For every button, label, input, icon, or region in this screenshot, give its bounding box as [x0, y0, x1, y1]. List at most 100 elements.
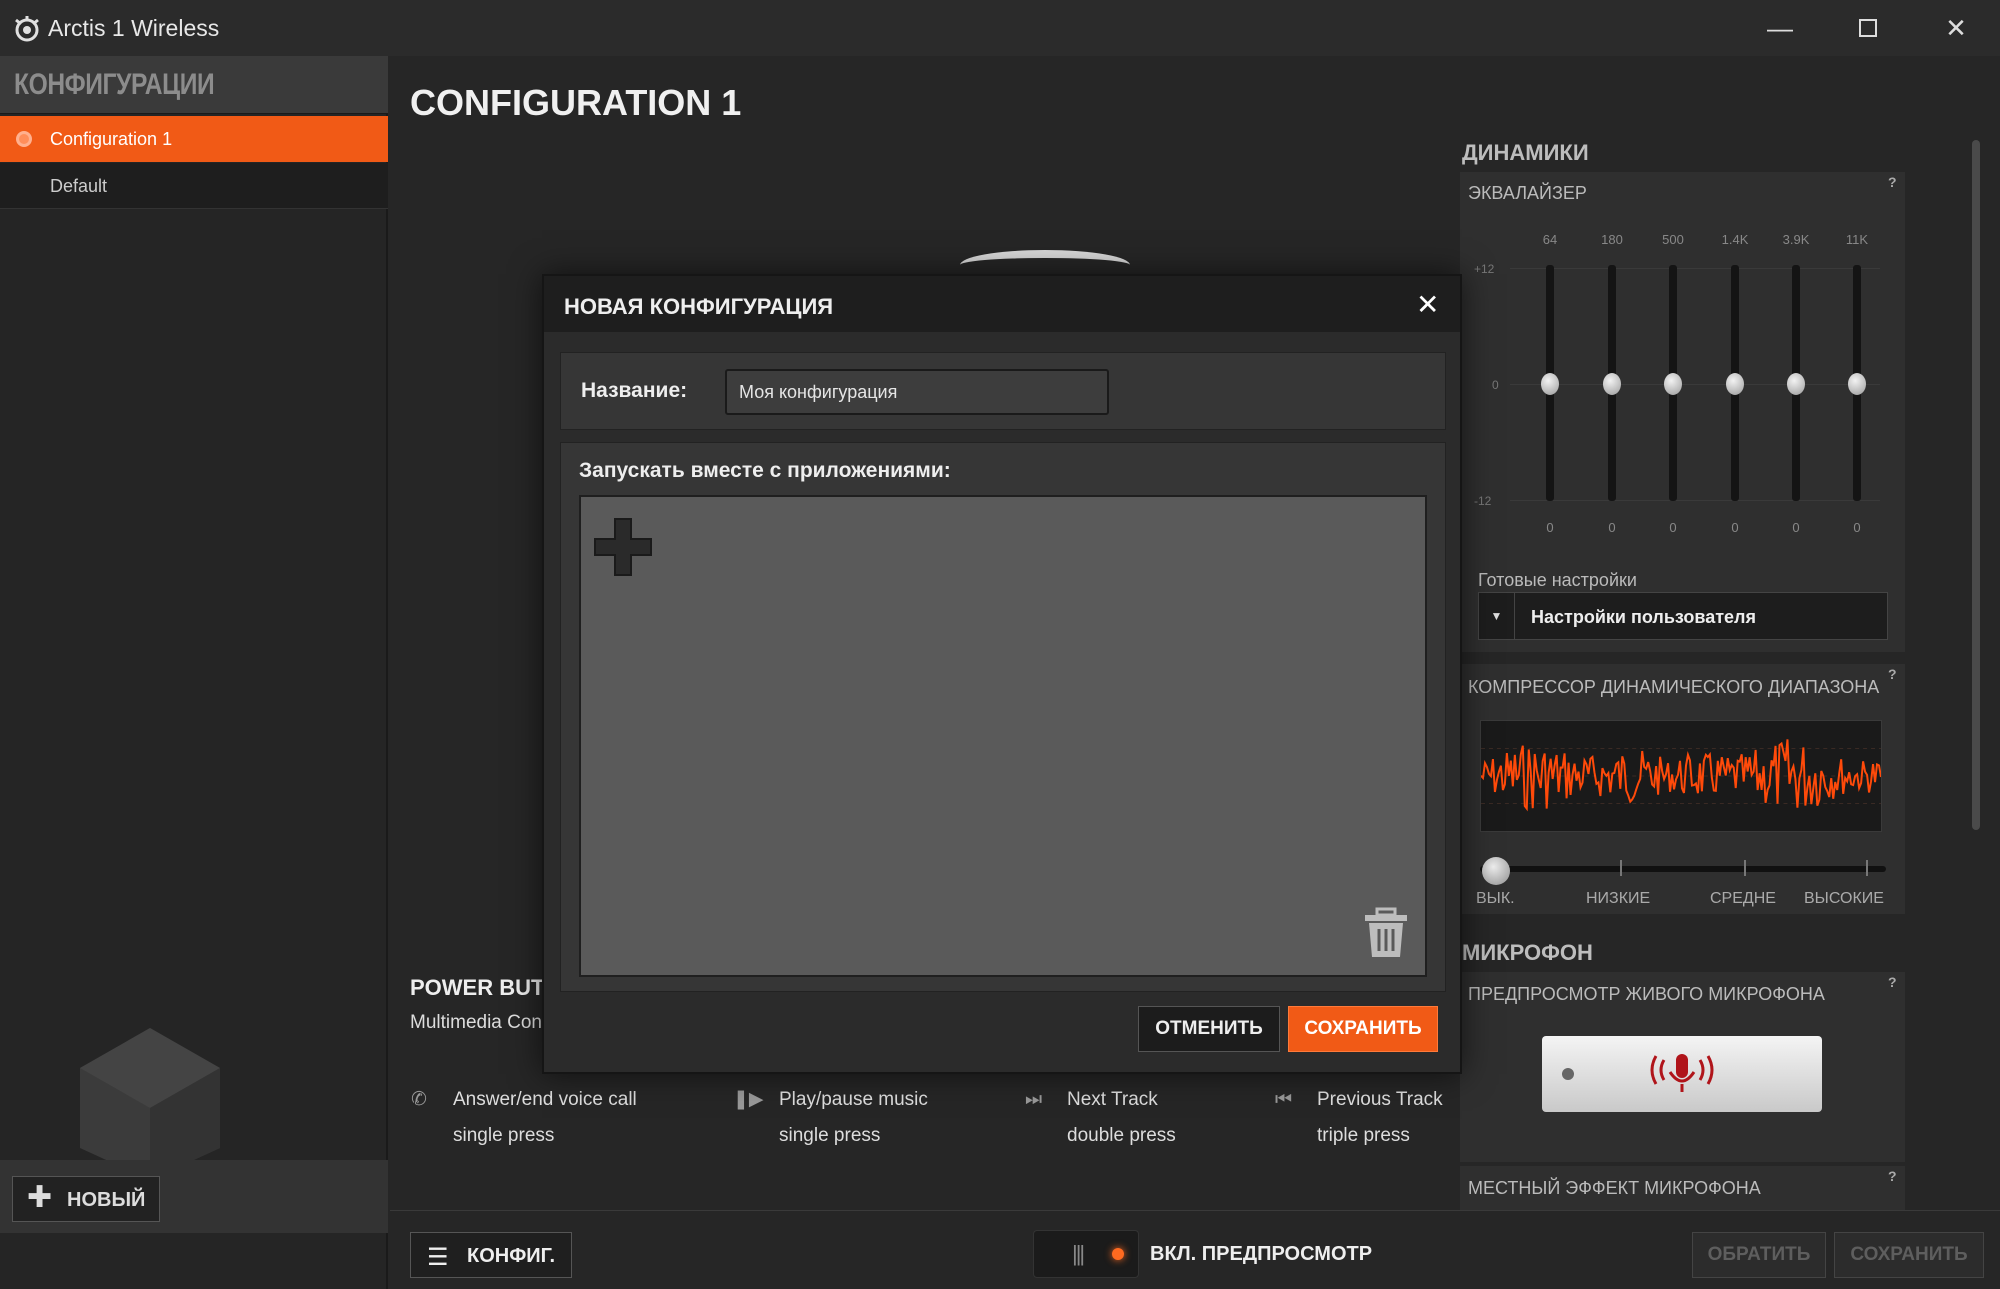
cancel-button[interactable]: ОТМЕНИТЬ — [1138, 1006, 1280, 1052]
close-window-button[interactable]: ✕ — [1912, 0, 2000, 56]
phone-icon: ✆ — [411, 1089, 427, 1110]
dialog-header: НОВАЯ КОНФИГУРАЦИЯ ✕ — [544, 276, 1460, 332]
compressor-slider-handle[interactable] — [1482, 857, 1510, 885]
presets-label: Готовые настройки — [1478, 570, 1637, 590]
window-title: Arctis 1 Wireless — [48, 15, 220, 41]
revert-button[interactable]: ОБРАТИТЬ — [1692, 1232, 1826, 1278]
compressor-slider[interactable] — [1480, 866, 1886, 872]
save-settings-button[interactable]: СОХРАНИТЬ — [1834, 1232, 1984, 1278]
app-window: Arctis 1 Wireless — ✕ КОНФИГУРАЦИИ Confi… — [0, 0, 2000, 1289]
cube-logo-icon — [80, 1028, 220, 1180]
eq-band-handle[interactable] — [1664, 373, 1682, 395]
compressor-level-low: НИЗКИЕ — [1586, 890, 1651, 907]
close-icon: ✕ — [1945, 12, 1967, 43]
mic-preview-button[interactable] — [1542, 1036, 1822, 1112]
action-press: single press — [779, 1125, 881, 1146]
compressor-tick — [1620, 860, 1622, 876]
new-configuration-dialog: НОВАЯ КОНФИГУРАЦИЯ ✕ Название: Запускать… — [542, 274, 1462, 1074]
action-press: single press — [453, 1125, 555, 1146]
eq-band-value: 0 — [1731, 520, 1739, 535]
eq-band-frequency: 1.4K — [1721, 232, 1749, 247]
eq-band-value: 0 — [1546, 520, 1554, 535]
preview-toggle[interactable]: ||| — [1033, 1230, 1139, 1278]
steelseries-logo-icon — [15, 16, 39, 42]
compressor-level-medium: СРЕДНЕ — [1710, 890, 1776, 907]
config-name-input[interactable] — [725, 369, 1109, 415]
eq-band-handle[interactable] — [1726, 373, 1744, 395]
action-label: Previous Track — [1317, 1089, 1443, 1110]
dialog-title: НОВАЯ КОНФИГУРАЦИЯ — [564, 294, 834, 319]
config-button-label: КОНФИГ. — [467, 1245, 556, 1267]
name-row: Название: — [560, 352, 1446, 430]
compressor-level-off: ВЫК. — [1476, 890, 1515, 907]
equalizer-title: ЭКВАЛАЙЗЕР — [1468, 183, 1587, 203]
active-indicator-icon — [16, 131, 32, 147]
eq-band-frequency: 64 — [1542, 232, 1558, 247]
maximize-icon — [1859, 19, 1877, 37]
compressor-level-high: ВЫСОКИЕ — [1804, 890, 1884, 907]
sidebar-header: КОНФИГУРАЦИИ — [0, 56, 388, 114]
minimize-button[interactable]: — — [1736, 0, 1824, 56]
action-answer-call: ✆ Answer/end voice call single press — [411, 1082, 637, 1154]
name-label: Название: — [581, 379, 688, 402]
eq-gridline — [1510, 500, 1880, 501]
action-press: double press — [1067, 1125, 1176, 1146]
apps-list[interactable] — [579, 495, 1427, 977]
presets-dropdown[interactable]: ▼ Настройки пользователя — [1478, 592, 1888, 640]
previous-track-icon: ⏮ — [1275, 1089, 1293, 1110]
action-label: Next Track — [1067, 1089, 1158, 1110]
eq-band-value: 0 — [1669, 520, 1677, 535]
power-button-title: POWER BUT — [410, 975, 545, 1000]
help-icon[interactable]: ? — [1888, 666, 1897, 682]
eq-band-handle[interactable] — [1787, 373, 1805, 395]
dialog-close-button[interactable]: ✕ — [1416, 288, 1439, 321]
eq-axis-max: +12 — [1474, 262, 1495, 276]
eq-gridline — [1510, 268, 1880, 269]
compressor-tick — [1744, 860, 1746, 876]
sidetone-title: МЕСТНЫЙ ЭФФЕКТ МИКРОФОНА — [1468, 1178, 1761, 1198]
eq-gridline — [1510, 384, 1880, 385]
sidebar-title: КОНФИГУРАЦИИ — [14, 68, 215, 101]
compressor-title: КОМПРЕССОР ДИНАМИЧЕСКОГО ДИАПАЗОНА — [1468, 677, 1880, 697]
trash-icon[interactable] — [1363, 907, 1409, 959]
presets-selected-value: Настройки пользователя — [1531, 607, 1756, 627]
save-button[interactable]: СОХРАНИТЬ — [1288, 1006, 1438, 1052]
maximize-button[interactable] — [1824, 0, 1912, 56]
microphone-title: МИКРОФОН — [1462, 940, 1593, 965]
eq-band-frequency: 500 — [1662, 232, 1684, 247]
grip-icon: ||| — [1072, 1241, 1085, 1266]
add-app-icon[interactable] — [593, 517, 653, 577]
eq-band-value: 0 — [1608, 520, 1616, 535]
waveform-graph — [1480, 720, 1882, 832]
chevron-down-icon: ▼ — [1479, 593, 1515, 639]
eq-band-value: 0 — [1792, 520, 1800, 535]
eq-axis-min: -12 — [1474, 494, 1492, 508]
status-led-icon — [1112, 1248, 1124, 1260]
eq-band-handle[interactable] — [1541, 373, 1559, 395]
help-icon[interactable]: ? — [1888, 974, 1897, 990]
new-config-button[interactable]: ✚ НОВЫЙ — [12, 1176, 160, 1222]
speakers-title: ДИНАМИКИ — [1462, 140, 1589, 165]
apps-label: Запускать вместе с приложениями: — [579, 459, 951, 482]
action-previous-track: ⏮ Previous Track triple press — [1275, 1082, 1443, 1154]
eq-band-frequency: 180 — [1601, 232, 1623, 247]
sidebar-item-default[interactable]: Default — [0, 163, 388, 209]
launch-with-apps-section: Запускать вместе с приложениями: — [560, 442, 1446, 992]
compressor-tick — [1866, 860, 1868, 876]
record-indicator-icon — [1562, 1068, 1574, 1080]
help-icon[interactable]: ? — [1888, 174, 1897, 190]
eq-band-handle[interactable] — [1603, 373, 1621, 395]
scrollbar-thumb[interactable] — [1972, 140, 1980, 830]
eq-band-handle[interactable] — [1848, 373, 1866, 395]
page-title: CONFIGURATION 1 — [410, 82, 742, 123]
sidebar-item-label: Default — [50, 176, 108, 196]
plus-icon: ✚ — [27, 1181, 53, 1214]
config-button[interactable]: ☰ КОНФИГ. — [410, 1232, 572, 1278]
eq-band-frequency: 11K — [1845, 232, 1869, 247]
action-next-track: ⏭ Next Track double press — [1025, 1082, 1176, 1154]
action-play-pause: ❚▶ Play/pause music single press — [733, 1082, 928, 1154]
help-icon[interactable]: ? — [1888, 1168, 1897, 1184]
sidebar-item-configuration-1[interactable]: Configuration 1 — [0, 116, 388, 162]
play-pause-icon: ❚▶ — [733, 1089, 764, 1110]
action-press: triple press — [1317, 1125, 1410, 1146]
